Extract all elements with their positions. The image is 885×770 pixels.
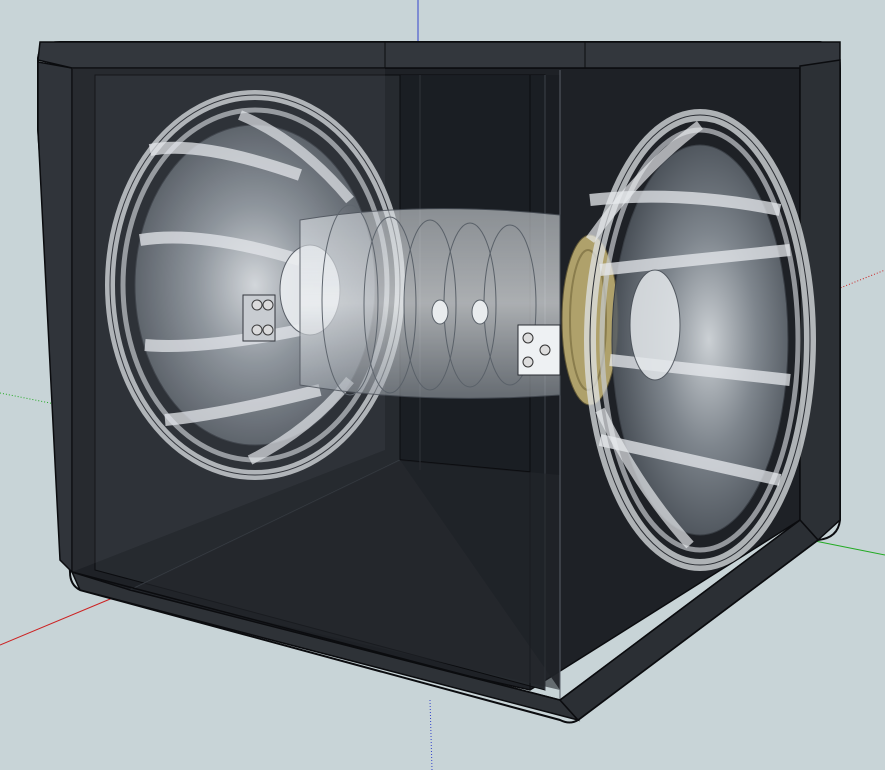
model-viewport[interactable]: [0, 0, 885, 770]
scene-canvas[interactable]: [0, 0, 885, 770]
blue-axis-dotted-line: [429, 699, 433, 770]
red-axis-dotted-line: [834, 269, 885, 291]
right-terminal: [517, 324, 561, 376]
red-axis-line: [0, 596, 116, 646]
